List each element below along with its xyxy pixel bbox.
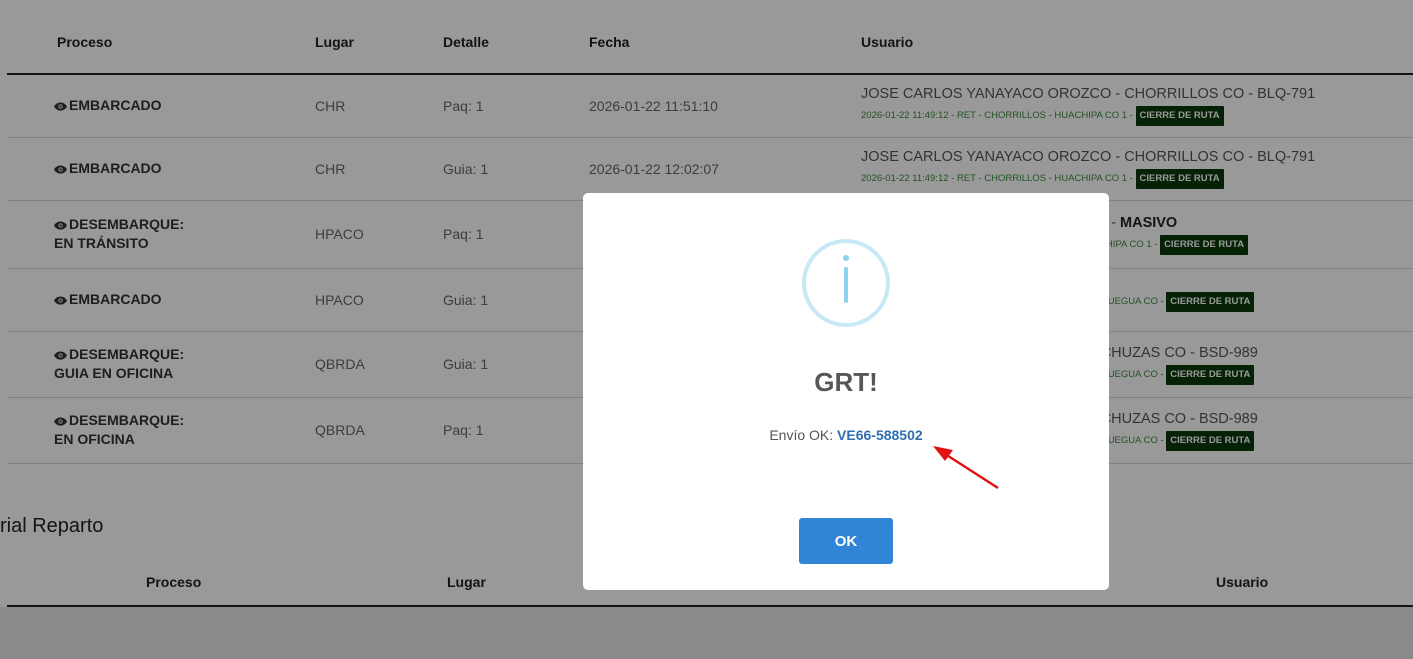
screen: Proceso Lugar Detalle Fecha Usuario EMBA… (0, 0, 1413, 659)
red-arrow-icon (933, 446, 999, 490)
arrow-shaft (941, 450, 999, 490)
arrow-head (933, 446, 953, 461)
